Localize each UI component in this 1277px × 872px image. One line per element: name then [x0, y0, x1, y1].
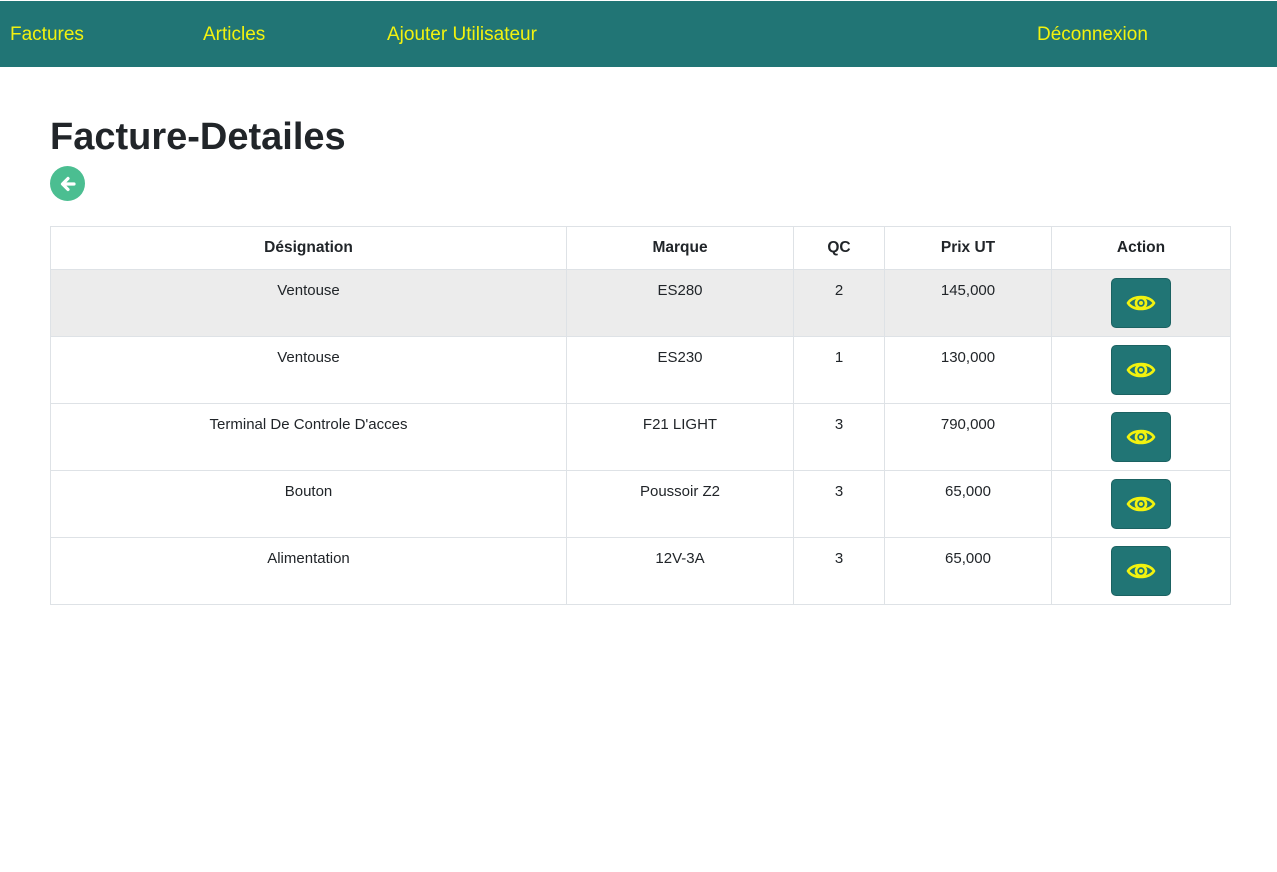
arrow-left-icon — [60, 176, 76, 191]
cell-prix-ut: 65,000 — [884, 470, 1052, 538]
table-row: Terminal De Controle D'acces F21 LIGHT 3 79… — [50, 403, 1231, 471]
cell-marque: ES280 — [566, 269, 794, 337]
table-header-row: Désignation Marque QC Prix UT Action — [50, 226, 1231, 270]
eye-icon — [1126, 496, 1156, 512]
cell-prix-ut: 790,000 — [884, 403, 1052, 471]
cell-qc: 2 — [793, 269, 885, 337]
table-row: Alimentation 12V-3A 3 65,000 — [50, 537, 1231, 605]
cell-prix-ut: 145,000 — [884, 269, 1052, 337]
cell-designation: Ventouse — [50, 269, 567, 337]
cell-action — [1051, 269, 1231, 337]
cell-marque: ES230 — [566, 336, 794, 404]
view-item-button[interactable] — [1111, 345, 1171, 395]
eye-icon — [1126, 362, 1156, 378]
cell-qc: 3 — [793, 403, 885, 471]
cell-action — [1051, 336, 1231, 404]
table-row: Ventouse ES230 1 130,000 — [50, 336, 1231, 404]
cell-marque: F21 LIGHT — [566, 403, 794, 471]
eye-icon — [1126, 295, 1156, 311]
invoice-details-table: Désignation Marque QC Prix UT Action Ven… — [50, 226, 1231, 605]
header-action: Action — [1051, 226, 1231, 270]
top-navbar: Factures Articles Ajouter Utilisateur Dé… — [0, 1, 1277, 67]
cell-action — [1051, 537, 1231, 605]
nav-add-user-link[interactable]: Ajouter Utilisateur — [387, 1, 537, 67]
header-qc: QC — [793, 226, 885, 270]
header-marque: Marque — [566, 226, 794, 270]
view-item-button[interactable] — [1111, 546, 1171, 596]
cell-marque: 12V-3A — [566, 537, 794, 605]
nav-articles-link[interactable]: Articles — [203, 1, 265, 67]
eye-icon — [1126, 563, 1156, 579]
cell-designation: Terminal De Controle D'acces — [50, 403, 567, 471]
header-prix-ut: Prix UT — [884, 226, 1052, 270]
cell-qc: 1 — [793, 336, 885, 404]
view-item-button[interactable] — [1111, 278, 1171, 328]
cell-designation: Alimentation — [50, 537, 567, 605]
cell-action — [1051, 470, 1231, 538]
eye-icon — [1126, 429, 1156, 445]
view-item-button[interactable] — [1111, 479, 1171, 529]
table-row: Bouton Poussoir Z2 3 65,000 — [50, 470, 1231, 538]
header-designation: Désignation — [50, 226, 567, 270]
table-row: Ventouse ES280 2 145,000 — [50, 269, 1231, 337]
page-title: Facture-Detailes — [50, 116, 346, 158]
cell-prix-ut: 65,000 — [884, 537, 1052, 605]
nav-factures-link[interactable]: Factures — [10, 1, 84, 67]
view-item-button[interactable] — [1111, 412, 1171, 462]
nav-logout-link[interactable]: Déconnexion — [1037, 1, 1148, 67]
cell-marque: Poussoir Z2 — [566, 470, 794, 538]
cell-designation: Bouton — [50, 470, 567, 538]
cell-qc: 3 — [793, 537, 885, 605]
cell-designation: Ventouse — [50, 336, 567, 404]
back-button[interactable] — [50, 166, 85, 201]
cell-action — [1051, 403, 1231, 471]
cell-qc: 3 — [793, 470, 885, 538]
cell-prix-ut: 130,000 — [884, 336, 1052, 404]
